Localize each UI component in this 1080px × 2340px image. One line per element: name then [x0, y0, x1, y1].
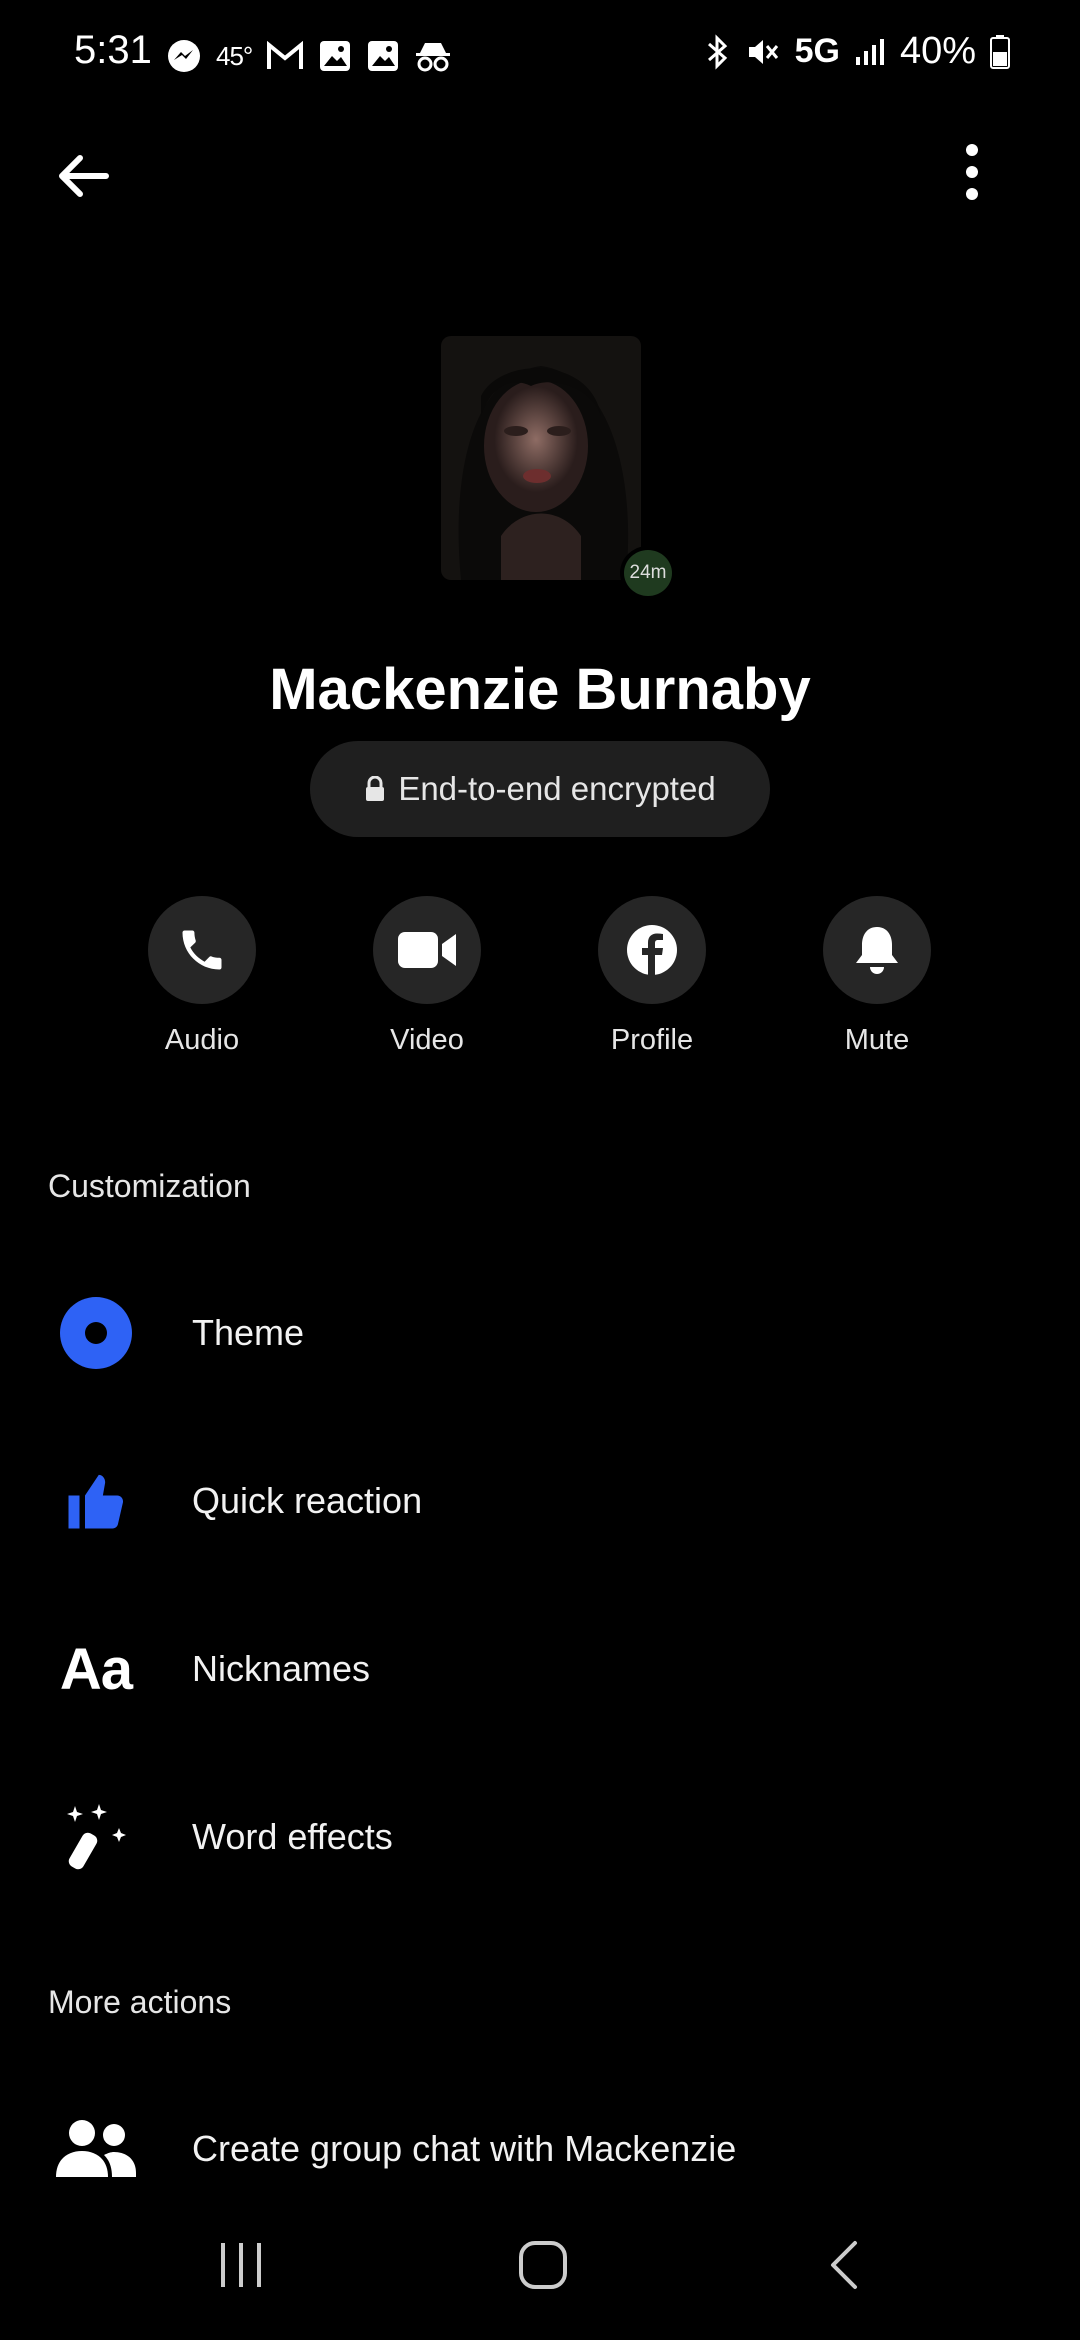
- theme-label: Theme: [192, 1312, 305, 1353]
- theme-icon: [60, 1297, 132, 1369]
- messenger-icon: [168, 40, 200, 72]
- profile-photo: [441, 336, 641, 580]
- nicknames-icon: Aa: [59, 1636, 133, 1702]
- word-effects-icon-slot: [48, 1789, 144, 1885]
- audio-call-button[interactable]: Audio: [122, 896, 282, 1057]
- notification-icons: 45°: [166, 38, 452, 74]
- word-effects-label: Word effects: [192, 1816, 393, 1857]
- home-icon: [519, 2241, 567, 2289]
- network-type: 5G: [794, 32, 840, 70]
- audio-label: Audio: [164, 1024, 240, 1056]
- battery-percent: 40%: [899, 30, 976, 72]
- battery-icon: [990, 34, 1010, 69]
- contact-name: Mackenzie Burnaby: [269, 657, 811, 722]
- arrow-left-icon: [59, 155, 109, 197]
- magic-wand-icon: [67, 1804, 126, 1870]
- lock-icon: [366, 776, 385, 801]
- back-button[interactable]: [48, 140, 120, 212]
- status-time: 5:31: [74, 28, 152, 72]
- nicknames-row[interactable]: Aa Nicknames: [0, 1604, 1080, 1734]
- system-nav-bar: [0, 2210, 1080, 2320]
- gallery-icon-2: [368, 41, 399, 71]
- more-vertical-icon: [966, 144, 978, 200]
- avatar[interactable]: [441, 336, 641, 580]
- thumbs-up-icon: [68, 1474, 124, 1529]
- quick-reaction-row[interactable]: Quick reaction: [0, 1436, 1080, 1566]
- create-group-chat-row[interactable]: Create group chat with Mackenzie: [0, 2084, 1080, 2214]
- audio-button-circle[interactable]: [148, 896, 256, 1004]
- phone-icon: [182, 930, 222, 970]
- signal-icon: [855, 38, 884, 65]
- gmail-icon: [267, 41, 304, 69]
- group-icon: [56, 2120, 136, 2177]
- mute-volume-icon: [748, 39, 778, 64]
- nicknames-label: Nicknames: [192, 1648, 371, 1689]
- theme-row[interactable]: Theme: [0, 1268, 1080, 1398]
- more-actions-header: More actions: [48, 1984, 232, 2020]
- profile-button[interactable]: Profile: [572, 896, 732, 1057]
- customization-header: Customization: [48, 1168, 251, 1204]
- profile-label: Profile: [610, 1024, 694, 1056]
- incognito-icon: [416, 43, 451, 72]
- temperature-label: 45°: [216, 40, 253, 71]
- encryption-pill[interactable]: End-to-end encrypted: [310, 741, 770, 837]
- mute-button-circle[interactable]: [823, 896, 931, 1004]
- gallery-icon: [320, 41, 351, 71]
- encryption-label: End-to-end encrypted: [398, 770, 716, 807]
- video-button-circle[interactable]: [373, 896, 481, 1004]
- bell-icon: [856, 927, 898, 974]
- video-camera-icon: [398, 932, 456, 968]
- theme-icon-slot: [48, 1285, 144, 1381]
- mute-button[interactable]: Mute: [797, 896, 957, 1057]
- system-icons: 5G 40%: [703, 30, 1010, 73]
- system-back-button[interactable]: [800, 2232, 890, 2298]
- status-bar: 5:31 45° 5G 40%: [0, 0, 1080, 115]
- video-label: Video: [390, 1024, 464, 1056]
- quick-reaction-label: Quick reaction: [192, 1480, 423, 1521]
- mute-label: Mute: [844, 1024, 910, 1056]
- video-call-button[interactable]: Video: [347, 896, 507, 1057]
- home-button[interactable]: [498, 2232, 588, 2298]
- quick-reaction-icon-slot: [48, 1453, 144, 1549]
- create-group-chat-label: Create group chat with Mackenzie: [192, 2128, 737, 2169]
- bluetooth-icon: [707, 33, 727, 70]
- group-icon-slot: [48, 2101, 144, 2197]
- word-effects-row[interactable]: Word effects: [0, 1772, 1080, 1902]
- nicknames-icon-slot: Aa: [48, 1621, 144, 1717]
- more-options-button[interactable]: [936, 136, 1008, 208]
- facebook-icon: [627, 925, 677, 975]
- recent-apps-icon: [221, 2243, 261, 2287]
- profile-button-circle[interactable]: [598, 896, 706, 1004]
- recent-apps-button[interactable]: [196, 2232, 286, 2298]
- chevron-left-icon: [831, 2241, 857, 2289]
- screen: 5:31 45° 5G 40% 24m Mackenzie Burnaby En…: [0, 0, 1080, 2340]
- active-time-badge: 24m: [620, 546, 676, 600]
